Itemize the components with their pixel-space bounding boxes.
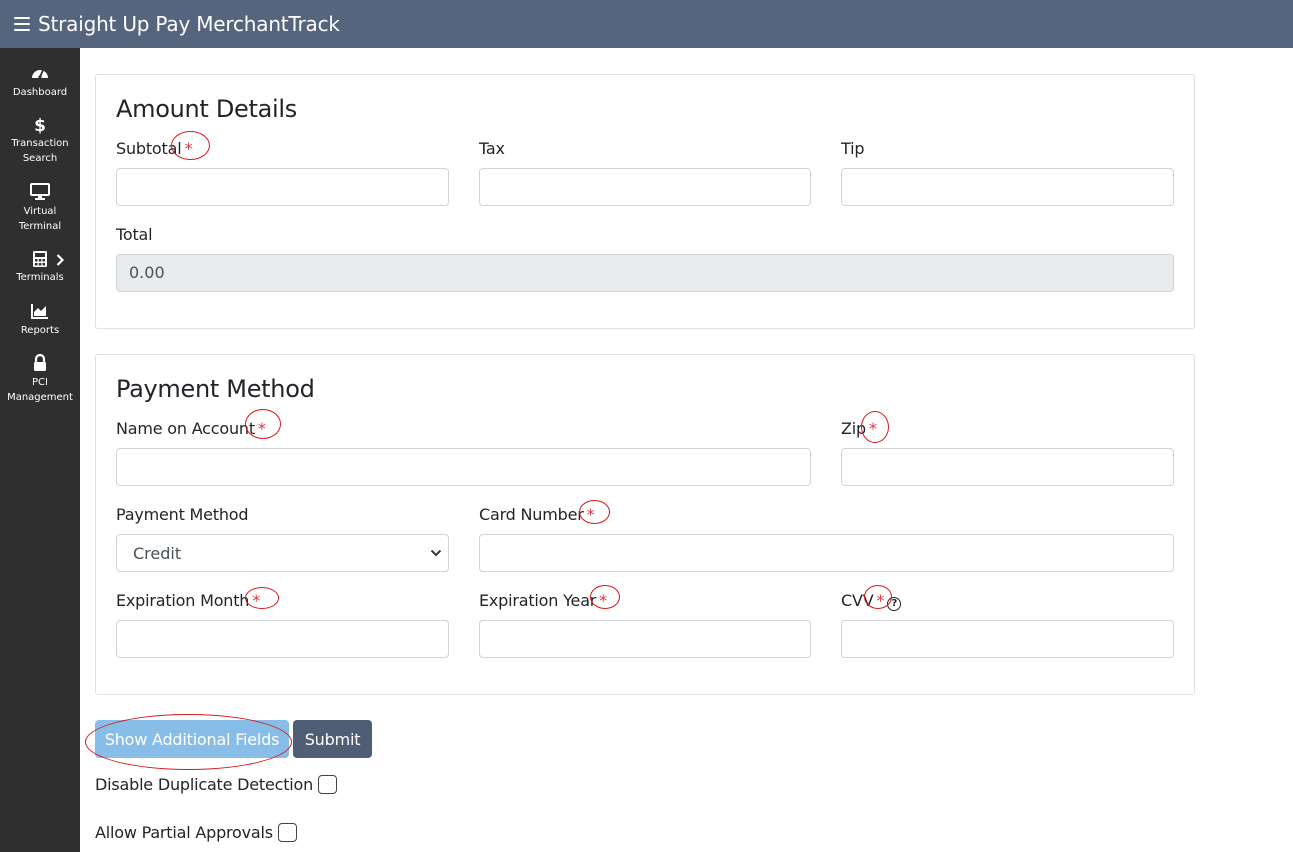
allow-partial-approvals-checkbox[interactable] xyxy=(277,823,297,842)
required-asterisk: * xyxy=(876,591,885,610)
payment-method-select[interactable]: Credit xyxy=(116,534,449,572)
chart-icon xyxy=(31,304,48,319)
required-asterisk: * xyxy=(599,591,607,610)
expiration-month-input[interactable] xyxy=(116,620,449,658)
sidebar-item-label: Transaction Search xyxy=(11,138,69,164)
help-icon[interactable]: ? xyxy=(887,597,902,611)
disable-duplicate-detection-row: Disable Duplicate Detection xyxy=(95,775,338,794)
expiration-month-label: Expiration Month * xyxy=(116,591,261,610)
required-asterisk: * xyxy=(586,505,595,524)
tax-input[interactable] xyxy=(479,168,811,206)
allow-partial-approvals-row: Allow Partial Approvals xyxy=(95,823,297,842)
top-bar: Straight Up Pay MerchantTrack xyxy=(0,0,1293,48)
tip-label: Tip xyxy=(841,139,865,158)
disable-duplicate-detection-checkbox[interactable] xyxy=(318,775,338,794)
payment-method-label: Payment Method xyxy=(116,505,249,524)
sidebar-item-label: Reports xyxy=(20,325,60,336)
sidebar-item-virtual-terminal[interactable]: Virtual Terminal xyxy=(0,183,80,234)
cvv-input[interactable] xyxy=(841,620,1174,658)
dollar-icon: $ xyxy=(34,116,46,134)
subtotal-label: Subtotal * xyxy=(116,139,193,158)
sidebar-item-label: PCI Management xyxy=(7,377,73,403)
submit-button[interactable]: Submit xyxy=(293,720,372,758)
required-asterisk: * xyxy=(257,419,266,438)
sidebar-item-transaction-search[interactable]: $ Transaction Search xyxy=(0,116,80,166)
name-on-account-label: Name on Account * xyxy=(116,419,266,438)
subtotal-input[interactable] xyxy=(116,168,449,206)
calculator-icon xyxy=(33,251,47,267)
sidebar-item-pci-management[interactable]: PCI Management xyxy=(0,354,80,405)
sidebar-item-terminals[interactable]: Terminals xyxy=(0,250,80,285)
required-asterisk: * xyxy=(868,419,877,438)
lock-icon xyxy=(34,354,46,371)
amount-details-card: Amount Details Subtotal * Tax Tip Total 0… xyxy=(95,74,1195,329)
name-on-account-input[interactable] xyxy=(116,448,811,486)
zip-label: Zip * xyxy=(841,419,877,438)
sidebar-item-label: Virtual Terminal xyxy=(18,206,62,232)
svg-text:$: $ xyxy=(34,116,46,134)
sidebar-item-label: Terminals xyxy=(16,272,64,283)
expiration-year-label: Expiration Year * xyxy=(479,591,607,610)
app-title: Straight Up Pay MerchantTrack xyxy=(38,12,340,36)
amount-details-title: Amount Details xyxy=(116,95,297,123)
show-additional-fields-button[interactable]: Show Additional Fields xyxy=(95,720,289,758)
chevron-down-icon xyxy=(430,549,442,557)
sidebar-item-dashboard[interactable]: Dashboard xyxy=(0,64,80,100)
speedometer-icon xyxy=(32,69,48,79)
sidebar-item-reports[interactable]: Reports xyxy=(0,303,80,338)
chevron-right-icon[interactable] xyxy=(56,254,64,266)
tip-input[interactable] xyxy=(841,168,1174,206)
expiration-year-input[interactable] xyxy=(479,620,811,658)
total-field: 0.00 xyxy=(116,254,1174,292)
payment-method-card: Payment Method Name on Account * Zip * Pay… xyxy=(95,354,1195,695)
card-number-input[interactable] xyxy=(479,534,1174,572)
cvv-label: CVV *? xyxy=(841,591,902,611)
zip-input[interactable] xyxy=(841,448,1174,486)
hamburger-menu-icon[interactable] xyxy=(14,17,30,31)
disable-duplicate-detection-label: Disable Duplicate Detection xyxy=(95,775,314,794)
required-asterisk: * xyxy=(252,591,261,610)
required-asterisk: * xyxy=(184,139,193,158)
sidebar-item-label: Dashboard xyxy=(12,87,68,98)
allow-partial-approvals-label: Allow Partial Approvals xyxy=(95,823,273,842)
card-number-label: Card Number * xyxy=(479,505,595,524)
tax-label: Tax xyxy=(479,139,505,158)
payment-method-title: Payment Method xyxy=(116,375,315,403)
total-label: Total xyxy=(116,225,153,244)
main-content: Amount Details Subtotal * Tax Tip Total 0… xyxy=(80,48,1293,852)
monitor-icon xyxy=(30,183,50,200)
sidebar: Dashboard $ Transaction Search Virtual T… xyxy=(0,48,80,852)
